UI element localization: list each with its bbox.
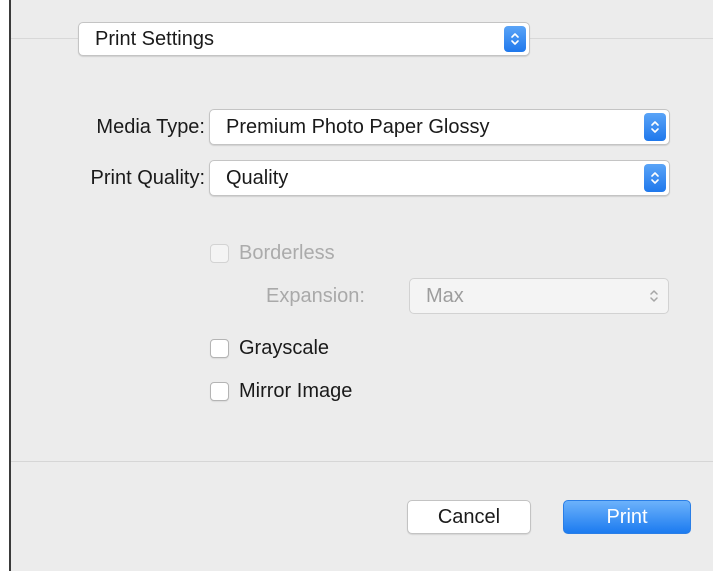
up-down-chevron-icon [644, 164, 666, 192]
borderless-label: Borderless [239, 242, 335, 264]
print-quality-label: Print Quality: [90, 167, 205, 189]
borderless-checkbox-row: Borderless [210, 242, 335, 265]
print-dialog: Print Settings Media Type: Premium Photo… [9, 0, 713, 571]
media-type-value: Premium Photo Paper Glossy [226, 115, 490, 138]
bottom-separator [11, 461, 713, 462]
media-type-popup[interactable]: Premium Photo Paper Glossy [209, 109, 670, 145]
panel-selector-popup[interactable]: Print Settings [78, 22, 530, 56]
expansion-popup: Max [409, 278, 669, 314]
borderless-checkbox [210, 244, 229, 263]
up-down-chevron-icon [643, 282, 665, 310]
media-type-label: Media Type: [96, 116, 205, 138]
mirror-image-checkbox[interactable] [210, 382, 229, 401]
mirror-image-label: Mirror Image [239, 380, 353, 402]
up-down-chevron-icon [504, 26, 526, 52]
print-quality-popup[interactable]: Quality [209, 160, 670, 196]
mirror-image-checkbox-row[interactable]: Mirror Image [210, 380, 352, 403]
print-quality-value: Quality [226, 166, 289, 189]
print-button[interactable]: Print [563, 500, 691, 534]
grayscale-label: Grayscale [239, 337, 330, 359]
expansion-value: Max [426, 284, 464, 307]
expansion-label: Expansion: [266, 285, 365, 307]
cancel-button[interactable]: Cancel [407, 500, 531, 534]
grayscale-checkbox[interactable] [210, 339, 229, 358]
grayscale-checkbox-row[interactable]: Grayscale [210, 337, 329, 360]
up-down-chevron-icon [644, 113, 666, 141]
panel-selector-label: Print Settings [95, 27, 214, 50]
